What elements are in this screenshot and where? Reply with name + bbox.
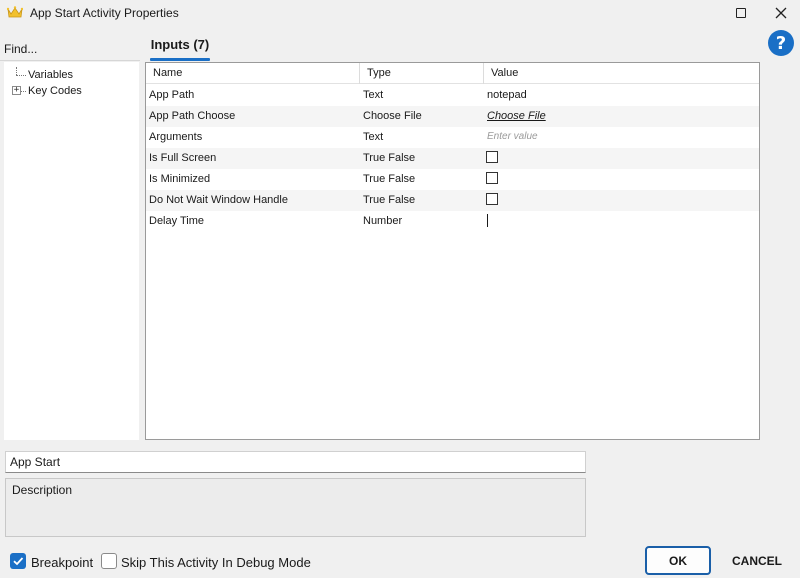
full-screen-checkbox[interactable] xyxy=(486,151,498,163)
properties-grid: Name Type Value App Path Text notepad Ap… xyxy=(145,62,760,440)
table-row[interactable]: Arguments Text Enter value xyxy=(146,127,759,148)
row-type: Text xyxy=(363,131,384,143)
title-bar: App Start Activity Properties xyxy=(0,0,800,26)
cancel-button[interactable]: CANCEL xyxy=(724,546,790,575)
maximize-icon xyxy=(736,8,746,18)
row-name: Arguments xyxy=(149,131,203,143)
row-name: Do Not Wait Window Handle xyxy=(149,194,288,206)
row-type: True False xyxy=(363,194,416,206)
row-name: App Path xyxy=(149,89,195,101)
row-type: True False xyxy=(363,152,416,164)
no-wait-window-handle-checkbox[interactable] xyxy=(486,193,498,205)
tree-connector xyxy=(16,67,17,75)
find-input[interactable]: Find... xyxy=(4,40,138,60)
choose-file-link[interactable]: Choose File xyxy=(487,110,546,122)
window-title: App Start Activity Properties xyxy=(30,6,179,20)
app-path-value[interactable]: notepad xyxy=(487,89,527,101)
row-type: Text xyxy=(363,89,384,101)
column-separator[interactable] xyxy=(359,63,360,84)
breakpoint-label[interactable]: Breakpoint xyxy=(31,555,93,570)
help-icon: ? xyxy=(775,32,787,54)
column-header-name[interactable]: Name xyxy=(153,67,182,79)
find-label: Find... xyxy=(4,42,38,56)
close-icon xyxy=(775,7,787,19)
description-placeholder: Description xyxy=(12,483,73,497)
row-type: Choose File xyxy=(363,110,422,122)
tree-item-label: Key Codes xyxy=(28,85,82,97)
cancel-label: CANCEL xyxy=(732,553,782,568)
delay-time-input[interactable] xyxy=(487,214,488,227)
maximize-button[interactable] xyxy=(722,0,760,26)
skip-debug-label[interactable]: Skip This Activity In Debug Mode xyxy=(121,555,311,570)
grid-header: Name Type Value xyxy=(146,63,759,84)
description-field[interactable]: Description xyxy=(5,478,586,537)
tree-item-key-codes[interactable]: + Key Codes xyxy=(4,83,134,99)
checkmark-icon xyxy=(13,557,24,566)
skip-debug-checkbox[interactable] xyxy=(101,553,117,569)
close-button[interactable] xyxy=(762,0,800,26)
tree-item-variables[interactable]: Variables xyxy=(4,67,134,83)
column-header-type[interactable]: Type xyxy=(367,67,391,79)
tree-connector xyxy=(16,75,26,76)
table-row[interactable]: App Path Text notepad xyxy=(146,85,759,106)
table-row[interactable]: Is Full Screen True False xyxy=(146,148,759,169)
help-button[interactable]: ? xyxy=(768,30,794,56)
activity-name-input[interactable] xyxy=(5,451,586,473)
row-name: Is Full Screen xyxy=(149,152,217,164)
breakpoint-checkbox[interactable] xyxy=(10,553,26,569)
tab-active-indicator xyxy=(150,58,210,61)
row-type: Number xyxy=(363,215,403,227)
expand-icon[interactable]: + xyxy=(12,86,21,95)
row-name: Is Minimized xyxy=(149,173,211,185)
row-type: True False xyxy=(363,173,416,185)
minimized-checkbox[interactable] xyxy=(486,172,498,184)
row-name: App Path Choose xyxy=(149,110,236,122)
table-row[interactable]: App Path Choose Choose File Choose File xyxy=(146,106,759,127)
arguments-input[interactable]: Enter value xyxy=(487,131,538,142)
row-name: Delay Time xyxy=(149,215,205,227)
tree-panel: Variables + Key Codes xyxy=(4,62,139,440)
column-separator[interactable] xyxy=(483,63,484,84)
app-logo-icon xyxy=(6,5,24,19)
find-divider xyxy=(0,60,140,61)
tab-label: Inputs (7) xyxy=(150,37,210,52)
tree-connector xyxy=(21,91,26,92)
ok-label: OK xyxy=(669,553,687,568)
table-row[interactable]: Do Not Wait Window Handle True False xyxy=(146,190,759,211)
table-row[interactable]: Is Minimized True False xyxy=(146,169,759,190)
ok-button[interactable]: OK xyxy=(645,546,711,575)
table-row[interactable]: Delay Time Number xyxy=(146,211,759,232)
column-header-value[interactable]: Value xyxy=(491,67,518,79)
tree-item-label: Variables xyxy=(28,69,74,81)
